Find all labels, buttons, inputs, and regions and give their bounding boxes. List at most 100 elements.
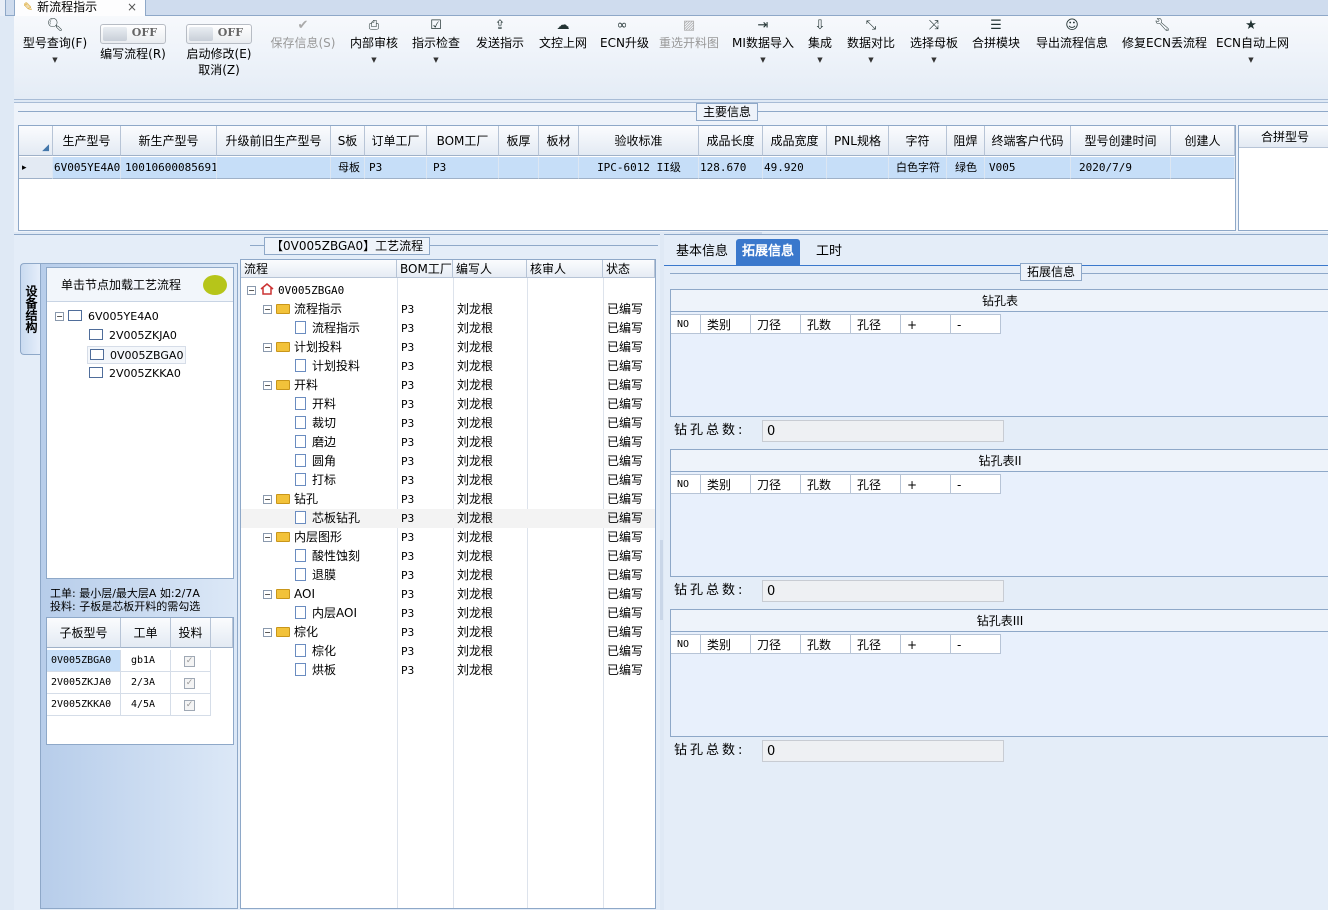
grid-cell[interactable]: 49.920 bbox=[763, 157, 827, 179]
collapse-icon[interactable]: − bbox=[263, 590, 272, 599]
collapse-icon[interactable]: − bbox=[263, 305, 272, 314]
col-header[interactable]: 终端客户代码 bbox=[985, 126, 1071, 156]
drill-col-header[interactable]: 类别 bbox=[701, 634, 751, 654]
grid-cell[interactable]: 绿色 bbox=[947, 157, 985, 179]
drill-col-header[interactable]: 孔数 bbox=[801, 314, 851, 334]
enable-modify-switch[interactable]: OFF bbox=[186, 24, 252, 44]
collapse-icon[interactable]: − bbox=[263, 495, 272, 504]
sub-cell[interactable]: 2V005ZKKA0 bbox=[47, 694, 121, 716]
drill-col-header[interactable]: 类别 bbox=[701, 314, 751, 334]
sub-board-grid[interactable]: 子板型号 工单 投料 0V005ZBGA0 gb1A ✓ 2V005ZKJA0 … bbox=[46, 617, 234, 745]
main-info-grid[interactable]: ◢ 生产型号 新生产型号 升级前旧生产型号 S板 订单工厂 BOM工厂 板厚 板… bbox=[18, 125, 1236, 231]
add-row-button[interactable]: + bbox=[901, 634, 951, 654]
collapse-icon[interactable]: − bbox=[263, 381, 272, 390]
row-marker[interactable]: ▸ bbox=[19, 157, 53, 179]
col-header[interactable]: 订单工厂 bbox=[365, 126, 427, 156]
drill-total-field[interactable]: 0 bbox=[762, 740, 1004, 762]
drill-total-field[interactable]: 0 bbox=[762, 580, 1004, 602]
add-row-button[interactable]: + bbox=[901, 314, 951, 334]
sub-cell[interactable]: gb1A bbox=[121, 650, 171, 672]
drill-col-header[interactable]: 孔数 bbox=[801, 474, 851, 494]
col-header[interactable]: 阻焊 bbox=[947, 126, 985, 156]
col-header[interactable]: 升级前旧生产型号 bbox=[217, 126, 331, 156]
export-flow-info-button[interactable]: ☺ 导出流程信息 bbox=[1034, 18, 1110, 52]
col-header[interactable]: 核审人 bbox=[527, 260, 603, 278]
grid-cell[interactable] bbox=[217, 157, 331, 179]
sub-cell[interactable]: 4/5A bbox=[121, 694, 171, 716]
col-header[interactable]: 板厚 bbox=[499, 126, 539, 156]
write-flow-switch[interactable]: OFF bbox=[100, 24, 166, 44]
grid-cell[interactable]: 母板 bbox=[331, 157, 365, 179]
feed-checkbox[interactable]: ✓ bbox=[171, 650, 211, 672]
remove-row-button[interactable]: - bbox=[951, 634, 1001, 654]
add-row-button[interactable]: + bbox=[901, 474, 951, 494]
process-folder-row[interactable]: − 棕化 P3 刘龙根 已编写 bbox=[241, 623, 655, 642]
remove-row-button[interactable]: - bbox=[951, 474, 1001, 494]
tab-work-hours[interactable]: 工时 bbox=[810, 239, 848, 265]
feed-checkbox[interactable]: ✓ bbox=[171, 694, 211, 716]
save-info-button[interactable]: ✔ 保存信息(S) bbox=[268, 18, 338, 52]
grid-cell[interactable] bbox=[539, 157, 579, 179]
collapse-icon[interactable]: − bbox=[263, 533, 272, 542]
feed-checkbox[interactable]: ✓ bbox=[171, 672, 211, 694]
process-step-row[interactable]: 烘板 P3 刘龙根 已编写 bbox=[241, 661, 655, 680]
col-header[interactable]: 状态 bbox=[603, 260, 655, 278]
grid-cell[interactable] bbox=[827, 157, 889, 179]
merge-module-button[interactable]: ☰ 合拼模块 bbox=[971, 18, 1021, 52]
internal-review-button[interactable]: ⎙ 内部审核 ▼ bbox=[348, 18, 400, 64]
reselect-cut-image-button[interactable]: ▨ 重选开料图 bbox=[657, 18, 721, 52]
ecn-upgrade-button[interactable]: ∞ ECN升级 bbox=[600, 18, 649, 52]
grid-cell[interactable]: V005 bbox=[985, 157, 1071, 179]
enable-modify-toggle[interactable]: OFF 启动修改(E) 取消(Z) bbox=[186, 24, 252, 78]
sub-cell[interactable]: 0V005ZBGA0 bbox=[47, 650, 121, 672]
model-query-button[interactable]: 🔍︎ 型号查询(F) ▼ bbox=[20, 18, 90, 64]
process-step-row[interactable]: 内层AOI P3 刘龙根 已编写 bbox=[241, 604, 655, 623]
drill-col-header[interactable]: 孔数 bbox=[801, 634, 851, 654]
process-root[interactable]: −0V005ZBGA0 bbox=[241, 281, 655, 300]
doc-online-button[interactable]: ☁ 文控上网 bbox=[538, 18, 588, 52]
merge-model-list[interactable]: 合拼型号 bbox=[1238, 125, 1328, 231]
grid-cell[interactable]: 白色字符 bbox=[889, 157, 947, 179]
grid-cell[interactable]: 10010600085691 bbox=[121, 157, 217, 179]
write-flow-toggle[interactable]: OFF 编写流程(R) bbox=[100, 24, 166, 62]
tab-basic-info[interactable]: 基本信息 bbox=[670, 239, 734, 265]
col-header[interactable]: 字符 bbox=[889, 126, 947, 156]
col-header[interactable]: 编写人 bbox=[453, 260, 527, 278]
process-step-row[interactable]: 退膜 P3 刘龙根 已编写 bbox=[241, 566, 655, 585]
col-header[interactable]: 创建人 bbox=[1171, 126, 1235, 156]
drill-col-header[interactable]: 孔径 bbox=[851, 634, 901, 654]
tree-node-root[interactable]: −6V005YE4A0 bbox=[55, 308, 159, 326]
process-folder-row[interactable]: − AOI P3 刘龙根 已编写 bbox=[241, 585, 655, 604]
grid-cell[interactable]: 6V005YE4A0 bbox=[53, 157, 121, 179]
collapse-icon[interactable]: − bbox=[263, 343, 272, 352]
process-step-row[interactable]: 开料 P3 刘龙根 已编写 bbox=[241, 395, 655, 414]
col-header[interactable]: BOM工厂 bbox=[397, 260, 453, 278]
structure-tree[interactable]: 单击节点加载工艺流程 −6V005YE4A0 2V005ZKJA0 0V005Z… bbox=[46, 267, 234, 579]
data-compare-button[interactable]: ⤡ 数据对比 ▼ bbox=[846, 18, 896, 64]
col-header[interactable]: 子板型号 bbox=[47, 618, 121, 648]
drill-col-header[interactable]: 类别 bbox=[701, 474, 751, 494]
col-header[interactable]: BOM工厂 bbox=[427, 126, 499, 156]
drill-total-field[interactable]: 0 bbox=[762, 420, 1004, 442]
col-header[interactable]: 流程 bbox=[241, 260, 397, 278]
tree-node[interactable]: 2V005ZKKA0 bbox=[89, 365, 181, 383]
send-instruction-button[interactable]: ⇪ 发送指示 bbox=[474, 18, 526, 52]
mi-import-button[interactable]: ⇥ MI数据导入 ▼ bbox=[732, 18, 794, 64]
process-folder-row[interactable]: − 钻孔 P3 刘龙根 已编写 bbox=[241, 490, 655, 509]
integrate-button[interactable]: ⇩ 集成 ▼ bbox=[806, 18, 834, 64]
col-header[interactable]: 板材 bbox=[539, 126, 579, 156]
collapse-icon[interactable]: − bbox=[247, 286, 256, 295]
grid-cell[interactable]: 2020/7/9 bbox=[1071, 157, 1171, 179]
vertical-splitter-handle[interactable] bbox=[660, 540, 663, 620]
col-header[interactable]: PNL规格 bbox=[827, 126, 889, 156]
drill-col-header[interactable]: 刀径 bbox=[751, 634, 801, 654]
process-step-row[interactable]: 流程指示 P3 刘龙根 已编写 bbox=[241, 319, 655, 338]
process-folder-row[interactable]: − 内层图形 P3 刘龙根 已编写 bbox=[241, 528, 655, 547]
tree-node[interactable]: 2V005ZKJA0 bbox=[89, 327, 177, 345]
repair-ecn-button[interactable]: 🔧︎ 修复ECN丢流程 bbox=[1122, 18, 1207, 52]
vertical-tab-structure[interactable]: 设备结构 bbox=[20, 263, 42, 355]
grid-cell[interactable] bbox=[1171, 157, 1235, 179]
process-folder-row[interactable]: − 计划投料 P3 刘龙根 已编写 bbox=[241, 338, 655, 357]
col-header[interactable]: 成品宽度 bbox=[763, 126, 827, 156]
grid-cell[interactable]: IPC-6012 II级 bbox=[579, 157, 699, 179]
